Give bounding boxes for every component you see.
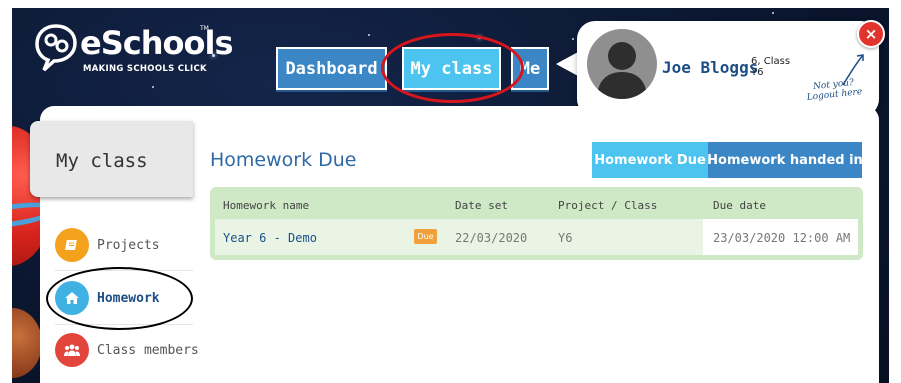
sidebar-item-projects[interactable]: Projects: [55, 226, 160, 264]
status-badge: Due: [414, 229, 437, 244]
user-name[interactable]: Joe Bloggs: [662, 58, 758, 77]
sidebar-item-label: Homework: [97, 290, 160, 306]
divider: [55, 324, 193, 325]
sidebar-item-label: Class members: [97, 342, 199, 358]
person-silhouette-icon: [597, 42, 647, 99]
cell-date-set: 22/03/2020: [455, 231, 528, 245]
brand-tagline: MAKING SCHOOLS CLICK: [83, 64, 207, 74]
tab-homework-due[interactable]: Homework Due: [592, 142, 708, 178]
close-button[interactable]: ×: [857, 20, 885, 48]
folder-icon: [55, 228, 89, 262]
column-header-due-date: Due date: [713, 199, 766, 212]
section-tab: My class: [30, 121, 193, 197]
users-icon: [55, 333, 89, 367]
page-title: Homework Due: [210, 149, 357, 171]
column-header-homework-name: Homework name: [223, 199, 310, 212]
sidebar-item-homework[interactable]: Homework: [55, 279, 160, 317]
user-card-pointer: [556, 52, 578, 76]
home-icon: [55, 281, 89, 315]
trademark: TM: [200, 25, 209, 32]
nav-my-class-button[interactable]: My class: [402, 47, 501, 90]
column-header-project-class: Project / Class: [558, 199, 658, 212]
divider: [55, 270, 193, 271]
section-tab-label: My class: [56, 150, 148, 172]
user-class-info: 6, Class Y6: [751, 56, 791, 78]
brand-name: eSchools: [80, 24, 233, 62]
cell-due-date: 23/03/2020 12:00 AM: [713, 231, 851, 245]
column-header-date-set: Date set: [455, 199, 508, 212]
user-card: Joe Bloggs 6, Class Y6 Not you? Logout h…: [577, 21, 879, 117]
nav-me-button[interactable]: Me: [511, 47, 549, 90]
sidebar-item-label: Projects: [97, 237, 160, 253]
sidebar-item-class-members[interactable]: Class members: [55, 331, 199, 369]
logout-link[interactable]: Not you? Logout here: [803, 77, 865, 103]
tab-homework-handed-in[interactable]: Homework handed in: [707, 142, 863, 178]
logo-mark-icon: [35, 24, 77, 72]
homework-name-link[interactable]: Year 6 - Demo: [223, 231, 317, 245]
cell-project-class: Y6: [558, 231, 573, 245]
avatar[interactable]: [587, 29, 657, 99]
eschools-logo[interactable]: eSchools TM MAKING SCHOOLS CLICK: [34, 20, 233, 76]
nav-dashboard-button[interactable]: Dashboard: [276, 47, 387, 90]
brown-planet: [12, 308, 42, 378]
